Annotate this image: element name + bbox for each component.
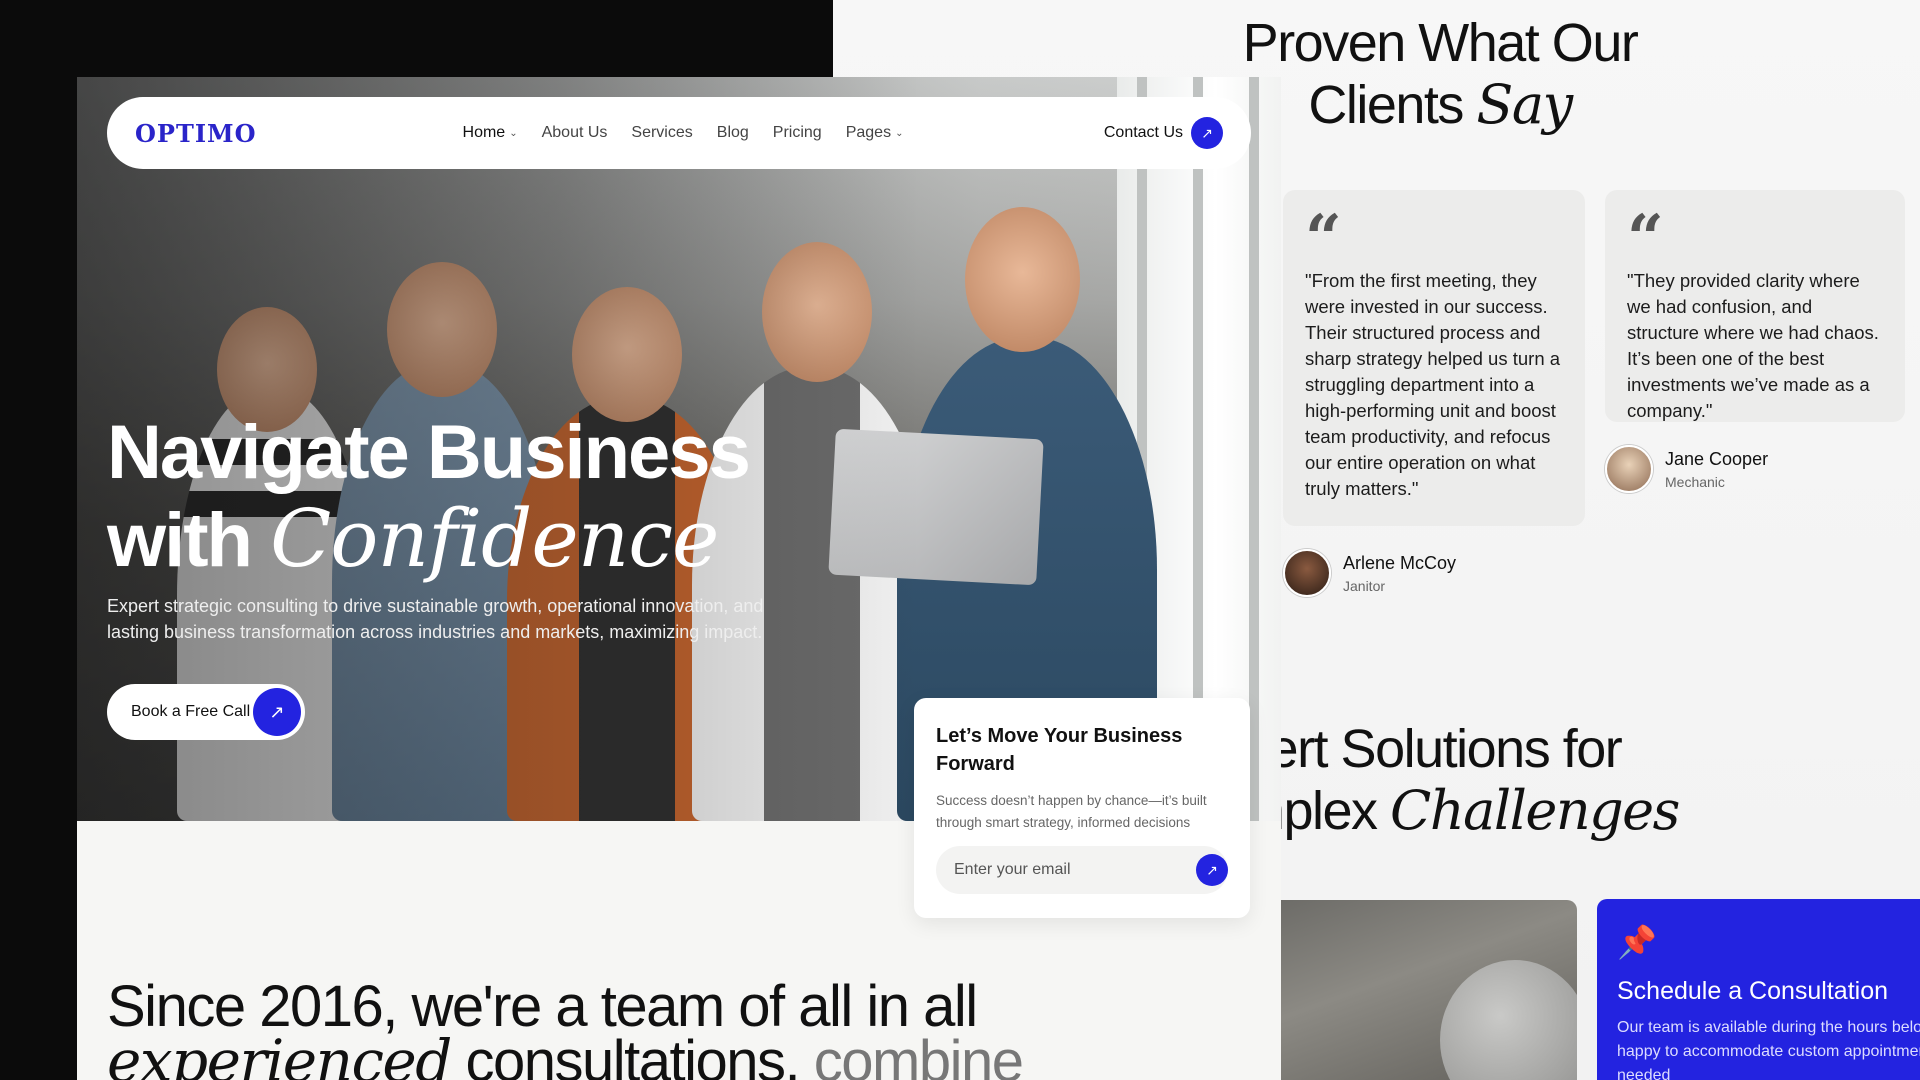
nav-item-about[interactable]: About Us [542,124,608,142]
consultation-card[interactable]: 📌 Schedule a Consultation Our team is av… [1597,899,1920,1080]
nav-menu: Home ⌄ About Us Services Blog Pricing Pag… [463,124,904,142]
subscribe-text: Success doesn’t happen by chance—it’s bu… [936,793,1207,830]
solution-photo-card [1260,900,1577,1080]
testimonial-text: "From the first meeting, they were inves… [1305,270,1561,499]
hero-title-plain: with [107,498,271,583]
author-name: Arlene McCoy [1343,552,1457,573]
submit-arrow-button[interactable]: ↗ [1196,854,1228,886]
hero-title-line1: Navigate Business [107,410,751,495]
subscribe-title: Let’s Move Your Business Forward [936,725,1183,775]
photo-beanie [1440,960,1577,1080]
testimonial-author-1: Arlene McCoy Janitor [1283,549,1456,597]
main-page: OPTIMO Home ⌄ About Us Services Blog Pric… [77,77,1281,1080]
testimonials-heading-plain: Clients [1308,75,1477,135]
consultation-text: Our team is available during the hours b… [1617,1016,1920,1080]
about-heading-line1: Since 2016, we're a team of all in all [107,974,978,1039]
logo[interactable]: OPTIMO [135,119,257,148]
hero-title: Navigate Business with Confidence [107,410,751,584]
hero-subtitle: Expert strategic consulting to drive sus… [107,596,764,642]
about-heading-italic: experienced [107,1027,452,1080]
nav-item-pages[interactable]: Pages ⌄ [846,124,904,142]
about-heading-muted: combine [799,1029,1024,1080]
testimonials-heading-line1: Proven What Our [1242,13,1639,73]
nav-item-services[interactable]: Services [631,124,692,142]
arrow-up-right-icon: ↗ [1191,117,1223,149]
email-field[interactable] [936,846,1228,894]
hero-title-italic: Confidence [270,492,719,585]
arrow-up-right-icon: ↗ [253,688,301,736]
quote-icon: “ [1627,201,1664,276]
nav-item-pricing[interactable]: Pricing [773,124,822,142]
subscribe-card: Let’s Move Your Business Forward Success… [914,698,1250,918]
contact-button[interactable]: Contact Us ↗ [1104,117,1223,149]
author-role: Mechanic [1665,473,1725,490]
nav-item-label: Home [462,124,506,141]
testimonial-author-2: Jane Cooper Mechanic [1605,445,1768,493]
testimonial-card-1: “ "From the first meeting, they were inv… [1283,190,1585,526]
consultation-text-line2: happy to accommodate custom appointmen [1617,1043,1920,1060]
consultation-text-line1: Our team is available during the hours b… [1617,1019,1920,1036]
book-call-label: Book a Free Call [131,703,251,720]
testimonials-heading-italic: Say [1476,73,1573,136]
consultation-text-line3: needed [1617,1067,1671,1080]
hero-title-line2: with Confidence [107,496,749,584]
solutions-heading-line1: pert Solutions for [1240,719,1623,779]
pin-icon: 📌 [1617,924,1657,960]
chevron-down-icon: ⌄ [509,127,518,139]
about-heading-plain: consultations, [450,1029,801,1080]
quote-icon: “ [1305,201,1342,276]
nav-item-home[interactable]: Home ⌄ [463,124,518,142]
author-role: Janitor [1343,577,1386,594]
contact-label: Contact Us [1103,124,1183,141]
book-call-button[interactable]: Book a Free Call ↗ [107,684,305,740]
chevron-down-icon: ⌄ [895,127,904,139]
testimonial-text: "They provided clarity where we had conf… [1627,270,1879,421]
navbar: OPTIMO Home ⌄ About Us Services Blog Pric… [107,97,1251,169]
nav-item-label: Pages [845,124,892,141]
solutions-heading-line2: mplex Challenges [1240,779,1680,842]
about-heading: Since 2016, we're a team of all in all e… [107,974,1024,1080]
solutions-heading: pert Solutions for mplex Challenges [1240,718,1680,842]
avatar [1283,549,1331,597]
consultation-title: Schedule a Consultation [1617,977,1889,1005]
solutions-heading-italic: Challenges [1390,779,1680,842]
about-heading-line2: experienced consultations, combine [107,1032,1024,1080]
avatar [1605,445,1653,493]
testimonial-card-2: “ "They provided clarity where we had co… [1605,190,1905,422]
author-name: Jane Cooper [1665,448,1769,469]
nav-item-blog[interactable]: Blog [717,124,749,142]
